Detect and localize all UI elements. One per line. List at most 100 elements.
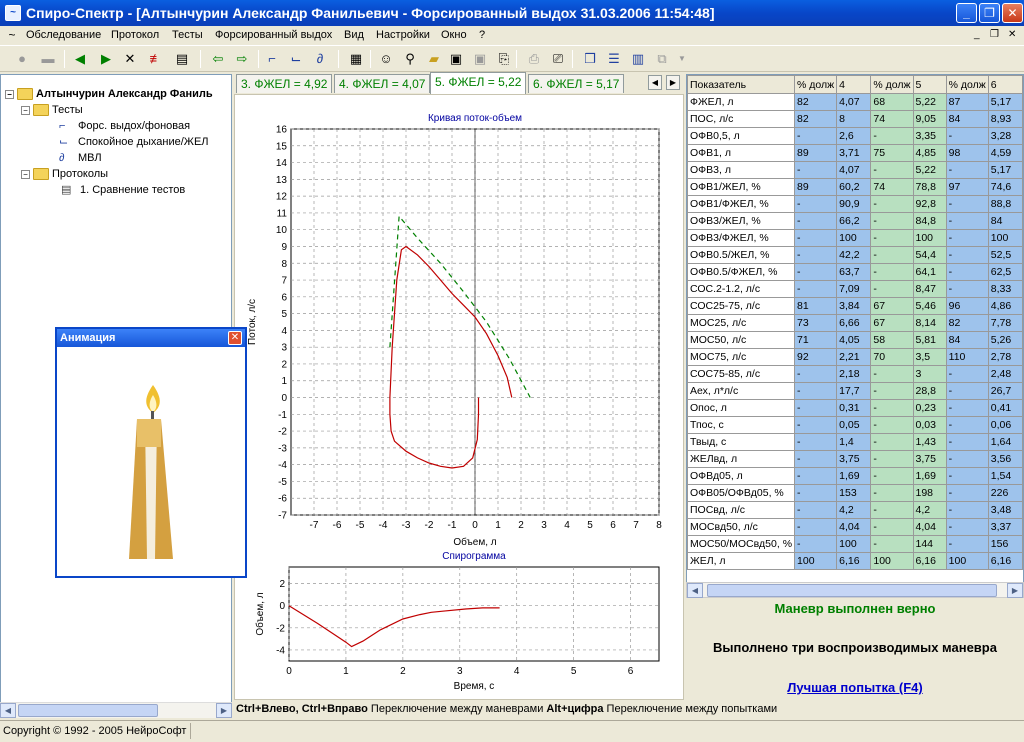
animation-title-bar[interactable]: Анимация ✕ <box>57 329 245 347</box>
forced-expiration-icon[interactable]: ⌐ <box>262 49 282 69</box>
delete-icon[interactable]: ✕ <box>120 49 140 69</box>
table-row[interactable]: ОФВ3, л -4,07-5,22-5,17 <box>687 161 1023 179</box>
collapse-icon[interactable]: − <box>5 89 14 99</box>
windows-dropdown-icon[interactable]: ⧉ <box>652 49 672 69</box>
menu-protocol[interactable]: Протокол <box>111 29 159 41</box>
tab-maneuver-3[interactable]: 3. ФЖЕЛ = 4,92 <box>236 74 333 93</box>
grid-settings-icon[interactable]: ▦ <box>346 49 366 69</box>
record-icon[interactable]: ● <box>12 49 32 69</box>
table-row[interactable]: Тпос, с -0,05-0,03-0,06 <box>687 416 1023 434</box>
table-row[interactable]: ОФВ3/ФЖЕЛ, % -100-100-100 <box>687 229 1023 247</box>
column-header[interactable]: % долж <box>945 75 989 94</box>
scroll-thumb[interactable] <box>707 584 997 597</box>
table-row[interactable]: ФЖЕЛ, л 82 4,07 68 5,22 87 5,17 <box>687 93 1023 111</box>
patient-icon[interactable]: ☺ <box>376 49 396 69</box>
menu-view[interactable]: Вид <box>344 29 364 41</box>
tab-scroll-left-icon[interactable]: ◀ <box>648 75 662 90</box>
table-row[interactable]: МОС50/МОСвд50, % -100-144-156 <box>687 535 1023 553</box>
table-row[interactable]: ОФВ3/ЖЕЛ, % -66,2-84,8-84 <box>687 212 1023 230</box>
exclude-icon[interactable]: ≢ <box>146 49 166 69</box>
table-row[interactable]: ОФВ1/ЖЕЛ, % 89 60,2 74 78,8 97 74,6 <box>687 178 1023 196</box>
tree-tests[interactable]: − Тесты <box>21 104 83 116</box>
scroll-left-icon[interactable]: ◀ <box>687 583 703 598</box>
menu-forced-expiration[interactable]: Форсированный выдох <box>215 29 332 41</box>
move-left-icon[interactable]: ⇦ <box>208 49 228 69</box>
grid-horizontal-scrollbar[interactable]: ◀ ▶ <box>686 582 1024 598</box>
tile-horizontal-icon[interactable]: ☰ <box>604 49 624 69</box>
tab-scroll-right-icon[interactable]: ▶ <box>666 75 680 90</box>
print-preview-icon[interactable]: ⎚ <box>548 49 568 69</box>
tile-vertical-icon[interactable]: ▥ <box>628 49 648 69</box>
table-row[interactable]: ЖЕЛвд, л -3,75-3,75-3,56 <box>687 450 1023 468</box>
mdi-app-icon[interactable]: ~ <box>4 26 20 44</box>
table-row[interactable]: МОСвд50, л/с -4,04-4,04-3,37 <box>687 518 1023 536</box>
app-icon[interactable]: ~ <box>5 5 21 21</box>
collapse-icon[interactable]: − <box>21 169 30 179</box>
table-row[interactable]: ОФВ0.5/ЖЕЛ, % -42,2-54,4-52,5 <box>687 246 1023 264</box>
parameters-grid[interactable]: Показатель% долж 4% долж 5% долж 6 ФЖЕЛ, л 82… <box>686 74 1024 584</box>
column-header[interactable]: 5 <box>912 75 947 94</box>
restore-button[interactable]: ❐ <box>979 3 1000 23</box>
tab-maneuver-5[interactable]: 5. ФЖЕЛ = 5,22 <box>430 72 527 94</box>
patient-search-icon[interactable]: ⚲ <box>400 49 420 69</box>
tree-item-mvv[interactable]: ∂ МВЛ <box>59 152 102 164</box>
save-as-icon[interactable]: ▣ <box>470 49 490 69</box>
mdi-close-icon[interactable]: ✕ <box>1008 29 1016 40</box>
scroll-right-icon[interactable]: ▶ <box>216 703 232 718</box>
table-row[interactable]: ОФВ0,5, л -2,6-3,35-3,28 <box>687 127 1023 145</box>
test-list-icon[interactable]: ▤ <box>172 49 192 69</box>
table-row[interactable]: Опос, л -0,31-0,23-0,41 <box>687 399 1023 417</box>
table-row[interactable]: ПОСвд, л/с -4,2-4,2-3,48 <box>687 501 1023 519</box>
table-row[interactable]: СОС.2-1.2, л/с -7,09-8,47-8,33 <box>687 280 1023 298</box>
table-row[interactable]: Аех, л*л/с -17,7-28,8-26,7 <box>687 382 1023 400</box>
table-row[interactable]: ЖЕЛ, л 100 6,16 100 6,16 100 6,16 <box>687 552 1023 570</box>
table-row[interactable]: Твыд, с -1,4-1,43-1,64 <box>687 433 1023 451</box>
print-icon[interactable]: ⎙ <box>524 49 544 69</box>
column-header[interactable]: % долж <box>870 75 914 94</box>
export-icon[interactable]: ⎘ <box>494 49 514 69</box>
table-row[interactable]: СОС25-75, л/с 81 3,84 67 5,46 96 4,86 <box>687 297 1023 315</box>
column-header[interactable]: % долж <box>794 75 838 94</box>
chevron-down-icon[interactable]: ▼ <box>672 49 692 69</box>
mdi-restore-icon[interactable]: ❐ <box>990 29 999 40</box>
mvv-icon[interactable]: ∂ <box>310 49 330 69</box>
table-row[interactable]: СОС75-85, л/с -2,18-3-2,48 <box>687 365 1023 383</box>
tree-horizontal-scrollbar[interactable]: ◀ ▶ <box>0 702 232 718</box>
scroll-right-icon[interactable]: ▶ <box>1007 583 1023 598</box>
table-row[interactable]: МОС75, л/с 92 2,21 70 3,5 110 2,78 <box>687 348 1023 366</box>
tab-maneuver-6[interactable]: 6. ФЖЕЛ = 5,17 <box>528 74 625 93</box>
scroll-left-icon[interactable]: ◀ <box>0 703 16 718</box>
animation-close-button[interactable]: ✕ <box>228 331 242 345</box>
scroll-thumb[interactable] <box>18 704 158 717</box>
menu-examination[interactable]: Обследование <box>26 29 101 41</box>
close-button[interactable]: ✕ <box>1002 3 1023 23</box>
save-icon[interactable]: ▣ <box>446 49 466 69</box>
column-header[interactable]: 6 <box>987 75 1023 94</box>
column-header[interactable]: Показатель <box>687 75 796 94</box>
move-right-icon[interactable]: ⇨ <box>232 49 252 69</box>
table-row[interactable]: ОФВ0.5/ФЖЕЛ, % -63,7-64,1-62,5 <box>687 263 1023 281</box>
cascade-icon[interactable]: ❒ <box>580 49 600 69</box>
stop-icon[interactable]: ▬ <box>38 49 58 69</box>
menu-tests[interactable]: Тесты <box>172 29 203 41</box>
open-folder-icon[interactable]: ▰ <box>424 49 444 69</box>
table-row[interactable]: МОС50, л/с 71 4,05 58 5,81 84 5,26 <box>687 331 1023 349</box>
animation-window[interactable]: Анимация ✕ <box>55 327 247 578</box>
tree-patient[interactable]: − Алтынчурин Александр Фаниль <box>5 88 213 100</box>
table-row[interactable]: ОФВд05, л -1,69-1,69-1,54 <box>687 467 1023 485</box>
menu-window[interactable]: Окно <box>441 29 467 41</box>
tab-maneuver-4[interactable]: 4. ФЖЕЛ = 4,07 <box>334 74 431 93</box>
table-row[interactable]: ПОС, л/с 82 8 74 9,05 84 8,93 <box>687 110 1023 128</box>
best-attempt-link[interactable]: Лучшая попытка (F4) <box>686 680 1024 695</box>
collapse-icon[interactable]: − <box>21 105 30 115</box>
quiet-breathing-icon[interactable]: ⌙ <box>286 49 306 69</box>
table-row[interactable]: ОФВ1/ФЖЕЛ, % -90,9-92,8-88,8 <box>687 195 1023 213</box>
table-row[interactable]: ОФВ05/ОФВд05, % -153-198-226 <box>687 484 1023 502</box>
table-row[interactable]: ОФВ1, л 89 3,71 75 4,85 98 4,59 <box>687 144 1023 162</box>
menu-help[interactable]: ? <box>479 29 485 41</box>
column-header[interactable]: 4 <box>836 75 872 94</box>
tree-item-quiet-breathing[interactable]: ⌙ Спокойное дыхание/ЖЕЛ <box>59 136 209 148</box>
menu-settings[interactable]: Настройки <box>376 29 430 41</box>
tree-item-forced-expiration[interactable]: ⌐ Форс. выдох/фоновая <box>59 120 190 132</box>
minimize-button[interactable]: _ <box>956 3 977 23</box>
